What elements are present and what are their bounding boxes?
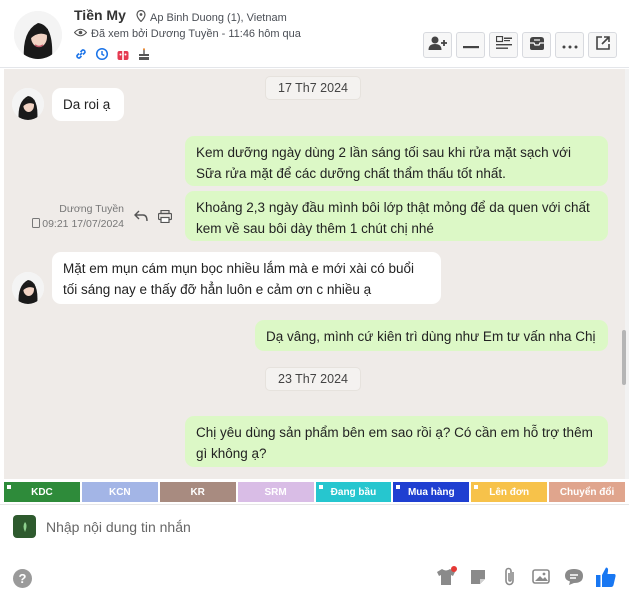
timestamp-text: 09:21 17/07/2024 [42, 218, 124, 230]
link-icon[interactable] [74, 47, 88, 61]
location-pin-icon [136, 9, 146, 25]
image-icon[interactable] [531, 566, 553, 588]
phone-icon [32, 218, 41, 231]
tag-len-don[interactable]: Lên đơn [471, 482, 548, 502]
sender-avatar[interactable] [12, 272, 44, 304]
eye-icon [73, 28, 88, 40]
tag-kcn[interactable]: KCN [81, 482, 158, 502]
tag-marker [474, 485, 479, 489]
contact-avatar[interactable] [14, 11, 62, 59]
sender-avatar[interactable] [12, 88, 44, 120]
incoming-message[interactable]: Da roi ạ [52, 88, 124, 121]
message-actions [132, 207, 174, 225]
location-text: Ap Binh Duong (1), Vietnam [150, 11, 287, 24]
page-avatar[interactable] [13, 515, 36, 538]
details-icon [495, 35, 512, 55]
sender-timestamp: 09:21 17/07/2024 [16, 218, 124, 231]
incoming-message[interactable]: Mặt em mụn cám mụn bọc nhiều lắm mà e mớ… [52, 252, 441, 304]
seen-status: Đã xem bởi Dương Tuyền - 11:46 hôm qua [73, 28, 301, 40]
outgoing-message[interactable]: Khoảng 2,3 ngày đầu mình bôi lớp thật mỏ… [185, 191, 608, 241]
tag-kr[interactable]: KR [159, 482, 236, 502]
seen-text: Đã xem bởi Dương Tuyền - 11:46 hôm qua [91, 28, 301, 40]
message-composer: ? [0, 504, 629, 595]
tshirt-icon[interactable] [435, 566, 457, 588]
tag-kdc[interactable]: KDC [4, 482, 80, 502]
add-user-icon [428, 35, 448, 56]
contact-location: Ap Binh Duong (1), Vietnam [136, 9, 287, 25]
header-quick-links [74, 47, 151, 61]
notification-dot [451, 566, 457, 572]
reply-icon[interactable] [132, 207, 150, 225]
tag-chuyen-doi[interactable]: Chuyển đổi [549, 482, 625, 502]
like-icon[interactable] [595, 566, 617, 588]
chat-header: Tiền My Ap Binh Duong (1), Vietnam Đã xe… [0, 0, 629, 68]
sender-name: Dương Tuyền [59, 203, 124, 215]
minimize-button[interactable] [456, 32, 485, 58]
history-icon[interactable] [95, 47, 109, 61]
sticker-icon[interactable] [467, 566, 489, 588]
outgoing-message[interactable]: Dạ vâng, mình cứ kiên trì dùng như Em tư… [255, 320, 608, 351]
more-button[interactable] [555, 32, 584, 58]
tag-label: KDC [31, 486, 53, 498]
message-list[interactable]: 17 Th7 2024 Da roi ạ Kem dưỡng ngày dùng… [4, 69, 625, 479]
tag-label: KR [190, 486, 205, 498]
header-actions [423, 32, 617, 58]
attach-icon[interactable] [499, 566, 521, 588]
open-external-button[interactable] [588, 32, 617, 58]
tag-label: KCN [108, 486, 131, 498]
gift-icon[interactable] [116, 47, 130, 61]
help-icon[interactable]: ? [13, 569, 32, 588]
date-separator: 17 Th7 2024 [266, 77, 360, 99]
tag-mua-hang[interactable]: Mua hàng [393, 482, 470, 502]
contact-name: Tiền My [74, 7, 126, 23]
outgoing-message[interactable]: Kem dưỡng ngày dùng 2 lần sáng tối sau k… [185, 136, 608, 186]
tag-label: Đang bầu [330, 486, 377, 498]
tag-label: Chuyển đổi [559, 486, 615, 498]
quick-reply-icon[interactable] [563, 566, 585, 588]
add-user-button[interactable] [423, 32, 452, 58]
tag-marker [7, 485, 11, 489]
message-input[interactable] [46, 515, 606, 539]
outgoing-message[interactable]: Chị yêu dùng sản phẩm bên em sao rồi ạ? … [185, 416, 608, 467]
composer-tools [435, 566, 617, 588]
tag-label: Lên đơn [489, 486, 530, 498]
tag-bar: KDC KCN KR SRM Đang bầu Mua hàng Lên đơn… [4, 482, 625, 502]
print-icon[interactable] [156, 207, 174, 225]
tag-label: Mua hàng [407, 486, 455, 498]
scrollbar-thumb[interactable] [622, 330, 626, 385]
inbox-button[interactable] [522, 32, 551, 58]
open-external-icon [595, 35, 611, 56]
tag-srm[interactable]: SRM [237, 482, 314, 502]
cake-icon[interactable] [137, 47, 151, 61]
details-button[interactable] [489, 32, 518, 58]
more-icon [562, 36, 578, 54]
minimize-icon [462, 36, 479, 54]
tag-marker [396, 485, 401, 489]
date-separator: 23 Th7 2024 [266, 368, 360, 390]
tag-dang-bau[interactable]: Đang bầu [315, 482, 392, 502]
scrollbar-track[interactable] [625, 69, 629, 479]
inbox-icon [528, 35, 546, 56]
tag-marker [318, 485, 323, 489]
tag-label: SRM [264, 486, 287, 498]
